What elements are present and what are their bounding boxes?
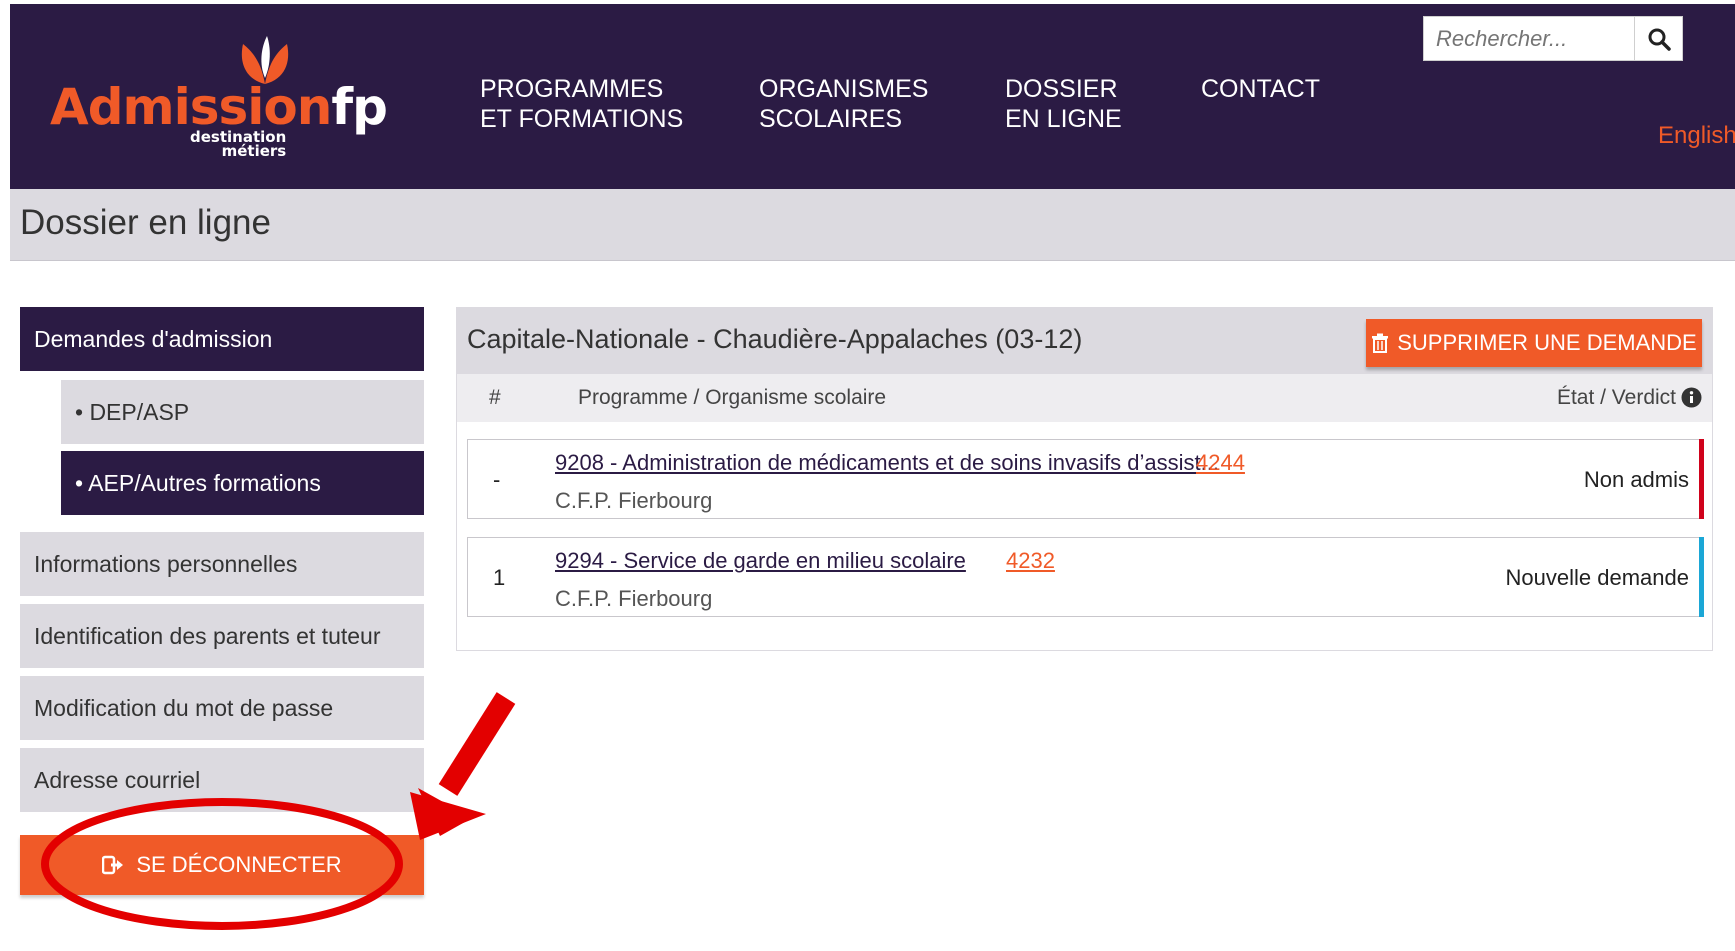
annotation-arrow: [410, 692, 516, 840]
sign-out-icon: [102, 855, 124, 875]
sidebar-item-modification-mot-de-passe[interactable]: Modification du mot de passe: [20, 676, 424, 740]
logout-label: SE DÉCONNECTER: [136, 852, 342, 877]
admission-requests-panel: Capitale-Nationale - Chaudière-Appalache…: [456, 307, 1713, 651]
search-input[interactable]: [1424, 17, 1634, 60]
nav-programmes-formations[interactable]: PROGRAMMES ET FORMATIONS: [480, 74, 683, 134]
sidebar-item-dep-asp[interactable]: • DEP/ASP: [61, 380, 424, 444]
col-header-num: #: [489, 386, 501, 409]
table-header: # Programme / Organisme scolaire État / …: [457, 374, 1712, 422]
search-icon: [1648, 28, 1671, 51]
trash-icon: [1372, 333, 1389, 353]
sidebar-item-aep-autres-formations[interactable]: • AEP/Autres formations: [61, 451, 424, 515]
school-name: C.F.P. Fierbourg: [555, 488, 713, 513]
language-link-english[interactable]: English: [1658, 122, 1735, 150]
row-number: -: [493, 467, 501, 492]
status-text: Non admis: [1583, 467, 1689, 492]
search-box: [1423, 16, 1683, 61]
logo-tagline: destination métiers: [190, 128, 287, 160]
delete-request-button[interactable]: SUPPRIMER UNE DEMANDE: [1366, 319, 1702, 367]
page-title: Dossier en ligne: [20, 203, 271, 242]
sidebar-item-adresse-courriel[interactable]: Adresse courriel: [20, 748, 424, 812]
table-row: - 9208 - Administration de médicaments e…: [467, 439, 1704, 519]
status-indicator-bar: [1699, 439, 1704, 519]
panel-header: Capitale-Nationale - Chaudière-Appalache…: [457, 308, 1712, 374]
delete-button-label: SUPPRIMER UNE DEMANDE: [1397, 330, 1697, 355]
nav-dossier-en-ligne[interactable]: DOSSIER EN LIGNE: [1005, 74, 1122, 134]
program-link[interactable]: 9294 - Service de garde en milieu scolai…: [555, 548, 966, 574]
status-text: Nouvelle demande: [1505, 565, 1689, 590]
info-icon[interactable]: [1681, 387, 1702, 408]
nav-contact[interactable]: CONTACT: [1201, 74, 1320, 104]
col-header-status: État / Verdict: [1556, 386, 1676, 409]
school-name: C.F.P. Fierbourg: [555, 586, 713, 611]
region-title: Capitale-Nationale - Chaudière-Appalache…: [467, 324, 1083, 354]
program-link[interactable]: 9208 - Administration de médicaments et …: [555, 450, 1219, 476]
sidebar-item-demandes-admission[interactable]: Demandes d'admission: [20, 307, 424, 371]
sidebar-item-informations-personnelles[interactable]: Informations personnelles: [20, 532, 424, 596]
program-code-link[interactable]: 4232: [1006, 548, 1055, 574]
admissionfp-logo[interactable]: Admissionfp destination métiers: [50, 34, 388, 164]
nav-organismes-scolaires[interactable]: ORGANISMES SCOLAIRES: [759, 74, 928, 134]
col-header-program: Programme / Organisme scolaire: [578, 386, 887, 409]
status-indicator-bar: [1699, 537, 1704, 617]
search-button[interactable]: [1634, 17, 1682, 60]
site-header: Admissionfp destination métiers PROGRAMME…: [10, 4, 1735, 189]
program-code-link[interactable]: 4244: [1196, 450, 1245, 476]
sidebar-item-identification-parents[interactable]: Identification des parents et tuteur: [20, 604, 424, 668]
table-row: 1 9294 - Service de garde en milieu scol…: [467, 537, 1704, 617]
row-number: 1: [493, 565, 506, 590]
page-title-bar: Dossier en ligne: [10, 189, 1735, 261]
logout-button[interactable]: SE DÉCONNECTER: [20, 835, 424, 895]
logo-wordmark: Admissionfp: [50, 78, 388, 136]
